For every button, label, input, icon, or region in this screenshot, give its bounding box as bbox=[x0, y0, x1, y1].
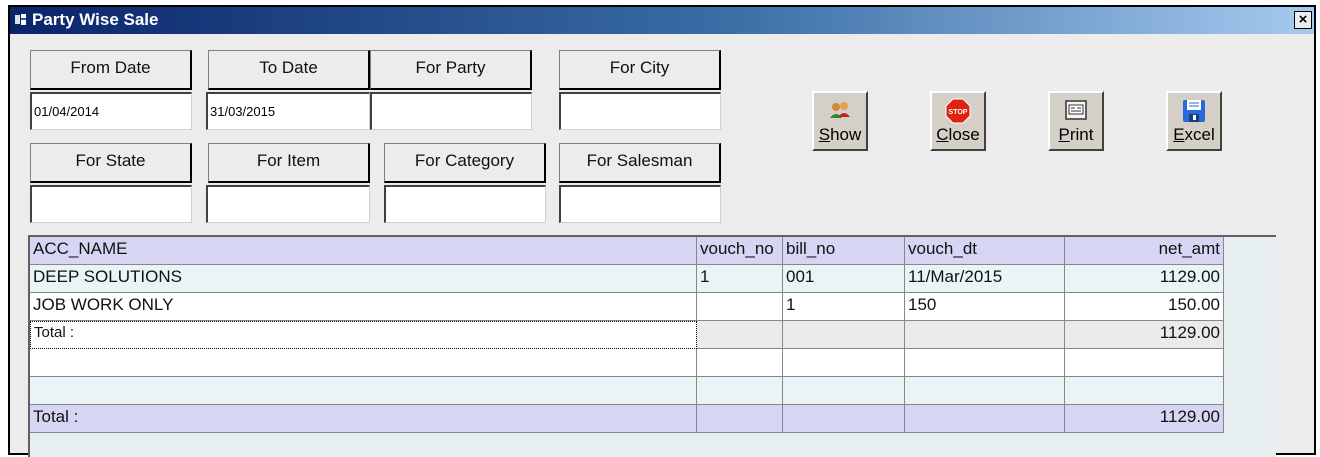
print-mnemonic: P bbox=[1058, 125, 1070, 144]
table-row[interactable]: JOB WORK ONLY 1 150 150.00 bbox=[30, 293, 1224, 321]
for-city-label: For City bbox=[559, 50, 721, 90]
cell-net-amt[interactable]: 150.00 bbox=[1065, 293, 1224, 321]
close-mnemonic: C bbox=[936, 125, 949, 144]
close-window-button[interactable]: × bbox=[1294, 11, 1312, 29]
to-date-label: To Date bbox=[208, 50, 370, 90]
for-salesman-input[interactable] bbox=[559, 185, 721, 223]
show-button[interactable]: Show bbox=[812, 91, 868, 151]
column-header-bill-no[interactable]: bill_no bbox=[783, 237, 905, 265]
column-header-net-amt[interactable]: net_amt bbox=[1065, 237, 1224, 265]
app-icon bbox=[15, 14, 26, 25]
cell-acc-name[interactable]: JOB WORK ONLY bbox=[30, 293, 697, 321]
print-label: rint bbox=[1069, 125, 1094, 144]
for-state-label: For State bbox=[30, 143, 192, 183]
stop-icon-text: STOP bbox=[949, 109, 968, 116]
close-button[interactable]: STOP Close bbox=[930, 91, 986, 151]
column-header-acc-name[interactable]: ACC_NAME bbox=[30, 237, 697, 265]
subtotal-bill-no[interactable] bbox=[783, 321, 905, 349]
for-item-label: For Item bbox=[208, 143, 370, 183]
from-date-input[interactable] bbox=[30, 92, 192, 130]
users-icon bbox=[830, 102, 850, 118]
show-label: how bbox=[830, 125, 862, 144]
for-salesman-label: For Salesman bbox=[559, 143, 721, 183]
sales-grid[interactable]: ACC_NAME vouch_no bill_no vouch_dt net_a… bbox=[28, 235, 1276, 457]
footer-total-label: Total : bbox=[30, 405, 697, 433]
for-category-input[interactable] bbox=[384, 185, 546, 223]
empty-row[interactable] bbox=[30, 349, 1224, 377]
for-state-input[interactable] bbox=[30, 185, 192, 223]
for-category-label: For Category bbox=[384, 143, 546, 183]
for-item-input[interactable] bbox=[206, 185, 370, 223]
cell-acc-name[interactable]: DEEP SOLUTIONS bbox=[30, 265, 697, 293]
subtotal-row[interactable]: Total : 1129.00 bbox=[30, 321, 1224, 349]
cell-vouch-no[interactable] bbox=[697, 293, 783, 321]
subtotal-net-amt[interactable]: 1129.00 bbox=[1065, 321, 1224, 349]
from-date-label: From Date bbox=[30, 50, 192, 90]
for-party-input[interactable] bbox=[370, 92, 532, 130]
cell-net-amt[interactable]: 1129.00 bbox=[1065, 265, 1224, 293]
column-header-vouch-dt[interactable]: vouch_dt bbox=[905, 237, 1065, 265]
cell-vouch-no[interactable]: 1 bbox=[697, 265, 783, 293]
footer-total-row: Total : 1129.00 bbox=[30, 405, 1224, 433]
subtotal-label[interactable]: Total : bbox=[30, 321, 697, 349]
excel-mnemonic: E bbox=[1173, 125, 1185, 144]
window-title: Party Wise Sale bbox=[32, 10, 159, 29]
cell-bill-no[interactable]: 1 bbox=[783, 293, 905, 321]
printer-icon bbox=[1065, 100, 1087, 120]
for-party-label: For Party bbox=[370, 50, 532, 90]
empty-row[interactable] bbox=[30, 377, 1224, 405]
table-row[interactable]: DEEP SOLUTIONS 1 001 11/Mar/2015 1129.00 bbox=[30, 265, 1224, 293]
for-city-input[interactable] bbox=[559, 92, 721, 130]
column-header-vouch-no[interactable]: vouch_no bbox=[697, 237, 783, 265]
subtotal-vouch-no[interactable] bbox=[697, 321, 783, 349]
cell-bill-no[interactable]: 001 bbox=[783, 265, 905, 293]
cell-vouch-dt[interactable]: 11/Mar/2015 bbox=[905, 265, 1065, 293]
footer-total-net-amt: 1129.00 bbox=[1065, 405, 1224, 433]
party-wise-sale-window: Party Wise Sale × From Date To Date For … bbox=[8, 5, 1316, 457]
subtotal-vouch-dt[interactable] bbox=[905, 321, 1065, 349]
grid-header-row: ACC_NAME vouch_no bill_no vouch_dt net_a… bbox=[30, 237, 1224, 265]
floppy-disk-icon bbox=[1183, 100, 1205, 122]
show-mnemonic: S bbox=[818, 125, 831, 144]
close-label: lose bbox=[948, 125, 980, 144]
to-date-input[interactable] bbox=[206, 92, 370, 130]
excel-button[interactable]: Excel bbox=[1166, 91, 1222, 151]
cell-vouch-dt[interactable]: 150 bbox=[905, 293, 1065, 321]
stop-icon: STOP bbox=[945, 98, 971, 124]
print-button[interactable]: Print bbox=[1048, 91, 1104, 151]
excel-label: xcel bbox=[1184, 125, 1215, 144]
title-bar[interactable]: Party Wise Sale × bbox=[10, 7, 1314, 34]
